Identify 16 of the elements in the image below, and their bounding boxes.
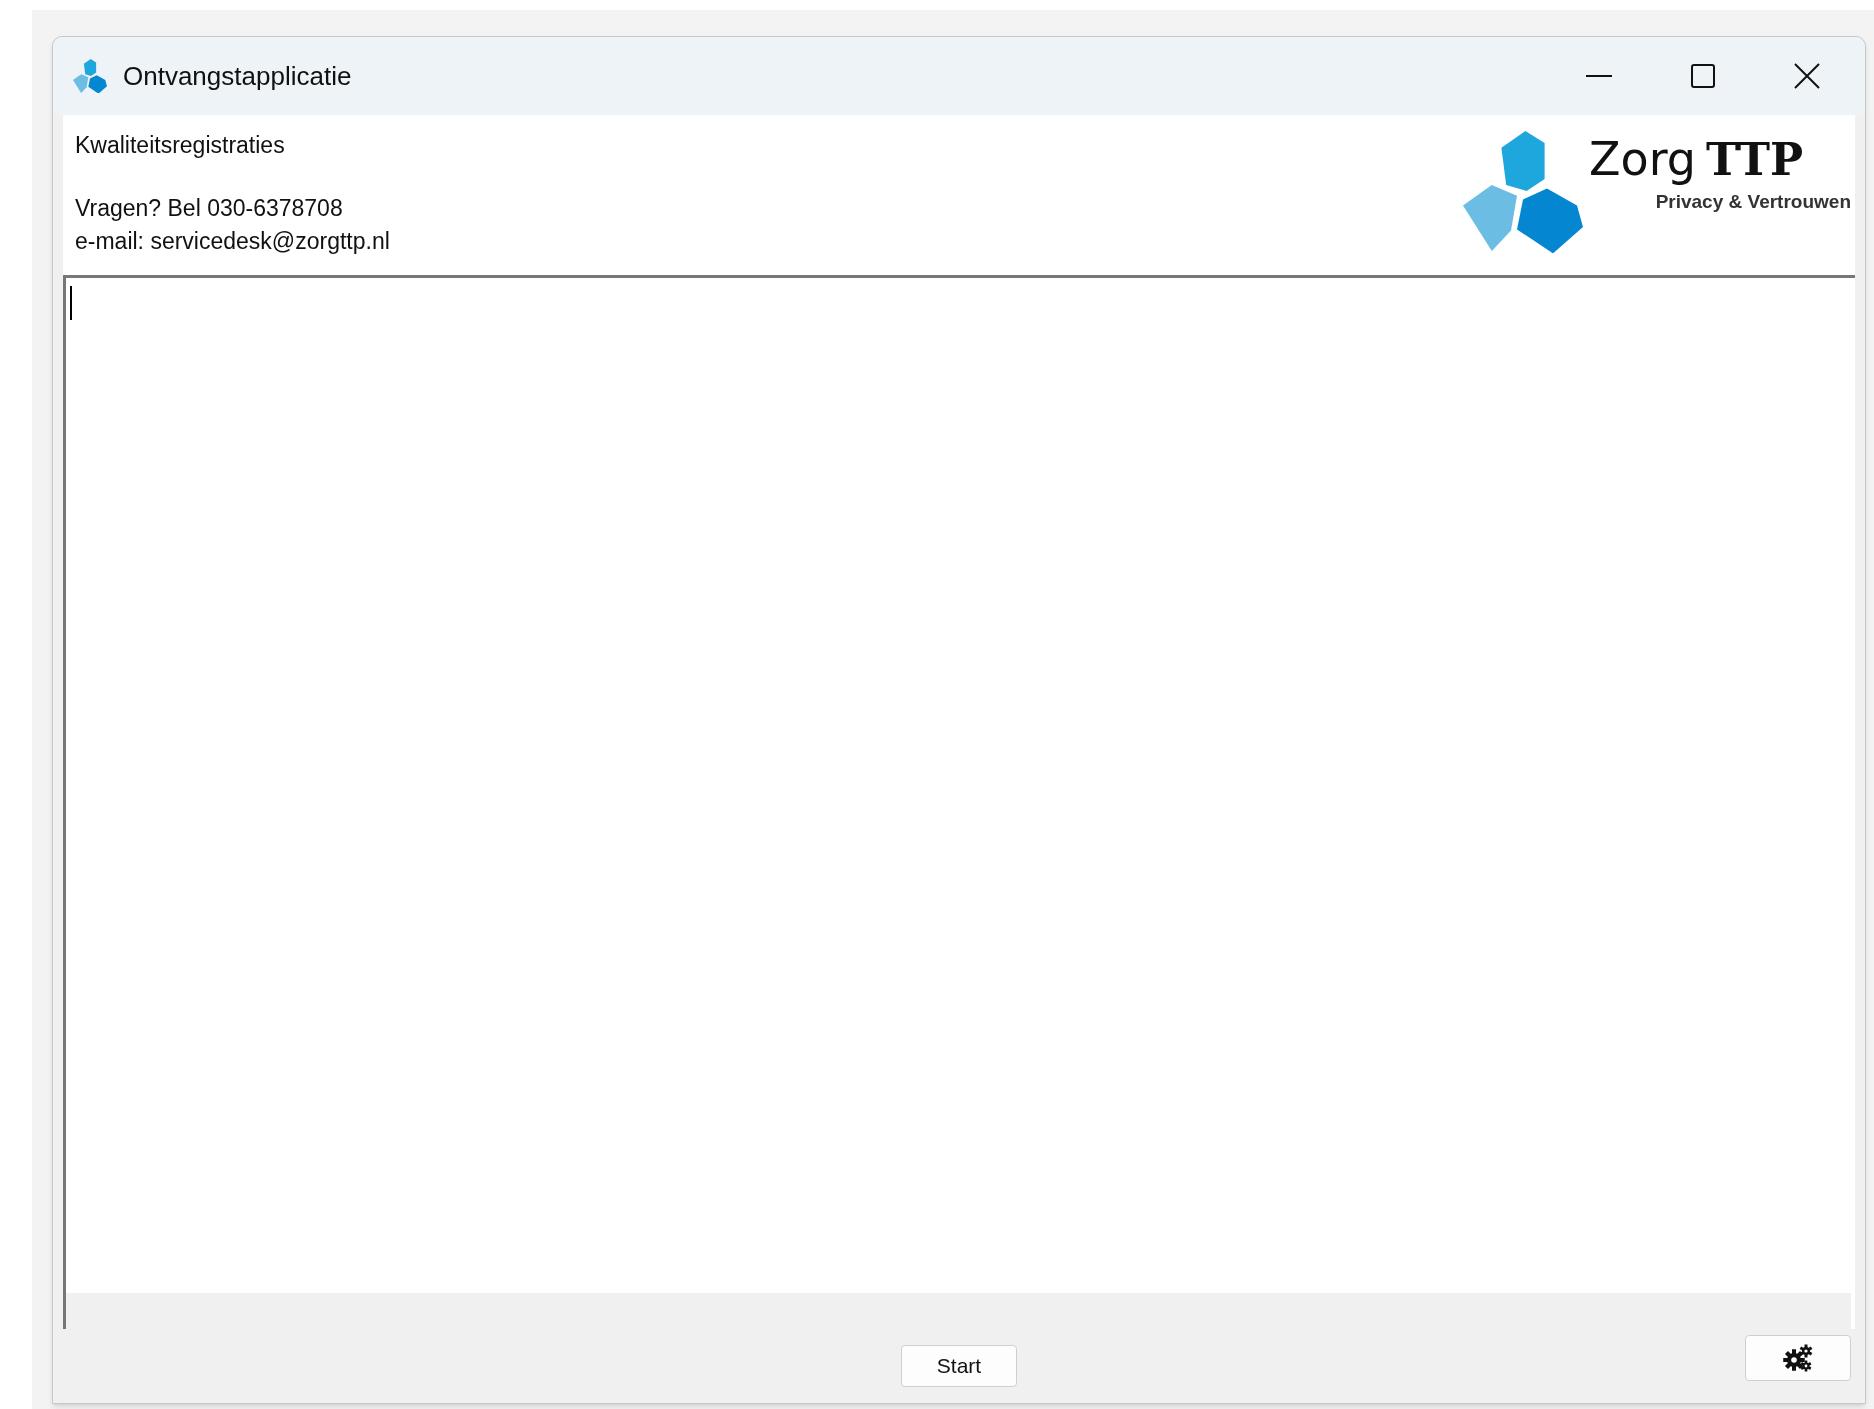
close-icon bbox=[1794, 63, 1820, 89]
logo-icon bbox=[1463, 131, 1583, 254]
logo-tagline: Privacy & Vertrouwen bbox=[1655, 190, 1851, 214]
settings-button[interactable] bbox=[1745, 1335, 1851, 1381]
header-text: e-mail: servicedesk@zorgttp.nl bbox=[75, 227, 390, 256]
header-text: Kwaliteitsregistraties bbox=[75, 131, 285, 160]
settings-icon bbox=[1783, 1344, 1813, 1372]
minimize-icon bbox=[1586, 74, 1612, 78]
logo-text: Zorg bbox=[1589, 133, 1696, 185]
app-icon bbox=[73, 58, 107, 94]
maximize-icon bbox=[1691, 64, 1715, 88]
header-text: Vragen? Bel 030-6378708 bbox=[75, 194, 343, 223]
start-button[interactable]: Start bbox=[901, 1345, 1017, 1387]
window-title: Ontvangstapplicatie bbox=[123, 59, 352, 93]
logo-text: TTP bbox=[1706, 134, 1803, 186]
text-caret bbox=[70, 286, 72, 320]
